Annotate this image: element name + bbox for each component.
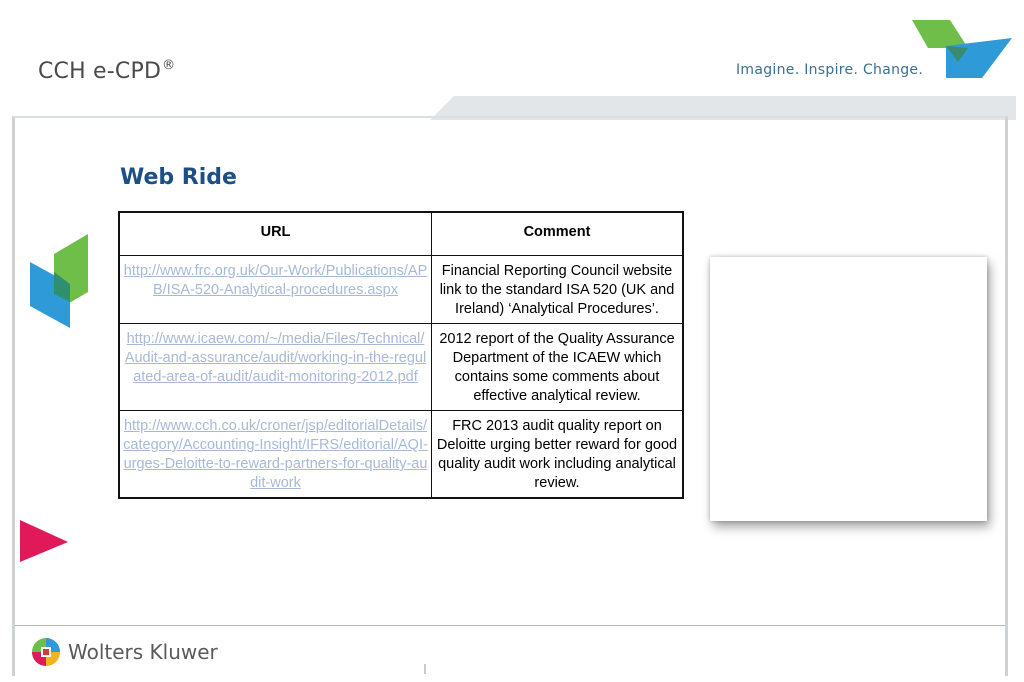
url-link[interactable]: http://www.frc.org.uk/Our-Work/Publicati… — [124, 263, 428, 298]
brand-shapes-icon — [912, 20, 1012, 78]
table-row: http://www.cch.co.uk/croner/jsp/editoria… — [118, 410, 684, 499]
frame-tick — [424, 664, 426, 674]
side-logo-icon — [30, 234, 88, 328]
comment-cell: Financial Reporting Council website link… — [431, 255, 684, 324]
page-title: Web Ride — [120, 165, 237, 190]
column-header-comment: Comment — [431, 211, 684, 256]
url-cell: http://www.icaew.com/~/media/Files/Techn… — [118, 323, 432, 411]
company-name: Wolters Kluwer — [68, 640, 218, 664]
pink-arrow-icon — [20, 520, 68, 562]
tagline: Imagine. Inspire. Change. — [736, 62, 924, 78]
footer-divider — [15, 625, 1005, 626]
url-cell: http://www.cch.co.uk/croner/jsp/editoria… — [118, 410, 432, 499]
url-link[interactable]: http://www.icaew.com/~/media/Files/Techn… — [125, 331, 426, 385]
registered-mark: ® — [162, 58, 176, 73]
globe-logo-icon — [32, 638, 60, 666]
table-row: http://www.frc.org.uk/Our-Work/Publicati… — [118, 255, 684, 324]
web-ride-table: URL Comment http://www.frc.org.uk/Our-Wo… — [118, 211, 684, 499]
table-header-row: URL Comment — [118, 211, 684, 256]
column-header-url: URL — [118, 211, 432, 256]
comment-cell: 2012 report of the Quality Assurance Dep… — [431, 323, 684, 411]
comment-cell: FRC 2013 audit quality report on Deloitt… — [431, 410, 684, 499]
brand-name: CCH e-CPD® — [38, 58, 176, 84]
image-placeholder — [710, 257, 987, 521]
url-link[interactable]: http://www.cch.co.uk/croner/jsp/editoria… — [123, 418, 428, 491]
table-row: http://www.icaew.com/~/media/Files/Techn… — [118, 323, 684, 411]
url-cell: http://www.frc.org.uk/Our-Work/Publicati… — [118, 255, 432, 324]
